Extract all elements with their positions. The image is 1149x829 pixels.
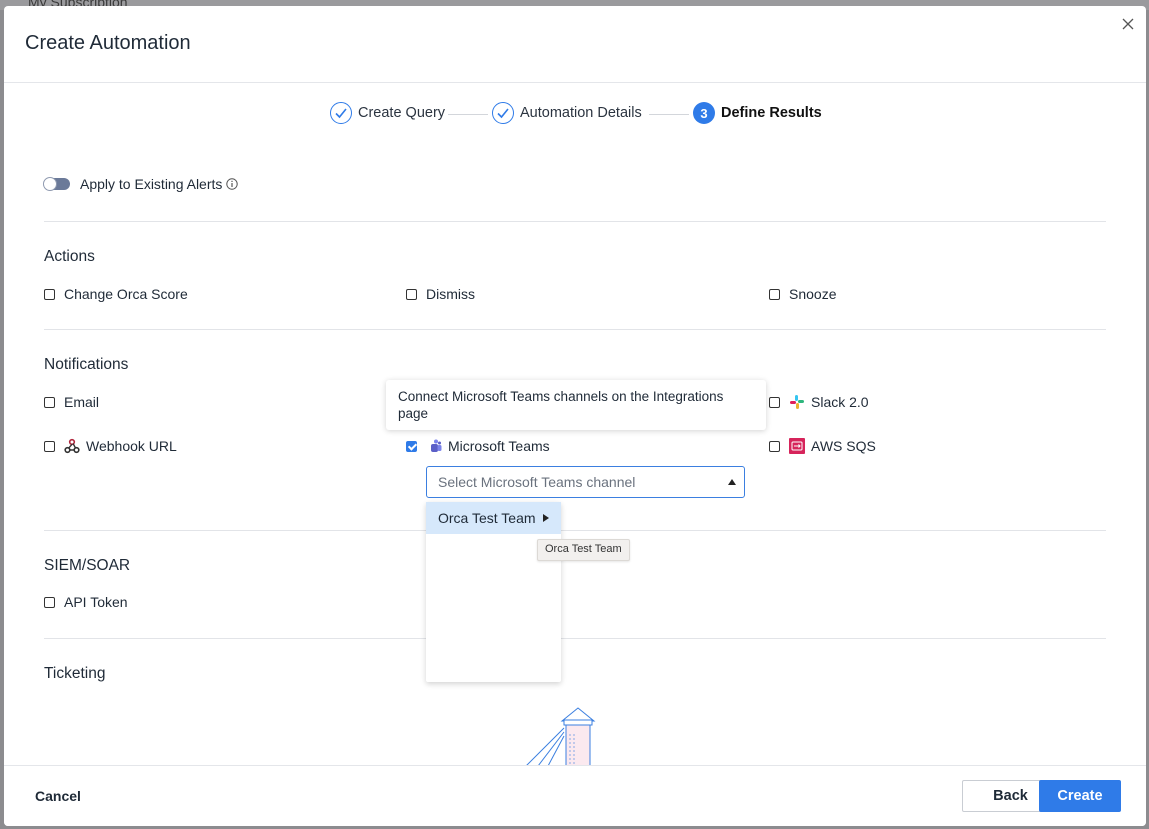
- aws-sqs-icon: [789, 438, 805, 454]
- modal-footer: Cancel Back Create: [4, 765, 1146, 826]
- siem-api-token[interactable]: API Token: [44, 594, 128, 610]
- checkbox-label: Webhook URL: [86, 438, 177, 454]
- step-label: Automation Details: [520, 105, 642, 121]
- notification-webhook[interactable]: Webhook URL: [44, 438, 177, 454]
- checkbox-label: AWS SQS: [811, 438, 876, 454]
- option-label: Orca Test Team: [438, 510, 536, 526]
- ticketing-title: Ticketing: [44, 665, 106, 682]
- checkbox[interactable]: [769, 396, 780, 408]
- action-snooze[interactable]: Snooze: [769, 286, 836, 302]
- apply-existing-alerts-label: Apply to Existing Alerts: [80, 176, 223, 192]
- checkbox[interactable]: [44, 440, 55, 452]
- caret-up-icon[interactable]: [728, 479, 736, 485]
- notifications-title: Notifications: [44, 356, 129, 373]
- notification-slack[interactable]: Slack 2.0: [769, 394, 869, 410]
- action-change-orca-score[interactable]: Change Orca Score: [44, 286, 188, 302]
- step-automation-details[interactable]: Automation Details: [492, 102, 642, 124]
- divider: [44, 221, 1106, 222]
- divider: [44, 329, 1106, 330]
- checkbox[interactable]: [769, 440, 780, 452]
- check-circle-icon: [330, 102, 352, 124]
- notification-aws-sqs[interactable]: AWS SQS: [769, 438, 876, 454]
- option-hover-tooltip: Orca Test Team: [537, 539, 630, 561]
- teams-integration-tooltip: Connect Microsoft Teams channels on the …: [386, 380, 766, 430]
- teams-channel-select[interactable]: Select Microsoft Teams channel: [426, 466, 745, 498]
- checkbox[interactable]: [44, 396, 55, 408]
- checkbox-label: Snooze: [789, 286, 837, 302]
- divider: [44, 530, 1106, 531]
- step-label: Define Results: [721, 105, 822, 121]
- teams-icon: [431, 439, 442, 452]
- step-number: 3: [693, 102, 715, 124]
- checkbox[interactable]: [44, 288, 55, 300]
- step-connector: [448, 114, 488, 115]
- checkbox[interactable]: [406, 288, 417, 300]
- checkbox-label: API Token: [64, 594, 128, 610]
- submenu-arrow-icon: [543, 514, 549, 522]
- create-button[interactable]: Create: [1039, 780, 1121, 812]
- divider: [44, 638, 1106, 639]
- lighthouse-illustration: [525, 707, 596, 766]
- checkbox[interactable]: [44, 596, 55, 608]
- notification-email[interactable]: Email: [44, 394, 99, 410]
- select-placeholder: Select Microsoft Teams channel: [438, 474, 636, 490]
- create-automation-modal: Create Automation Create Query Automatio…: [4, 6, 1146, 826]
- apply-existing-alerts-toggle[interactable]: [43, 177, 70, 191]
- actions-title: Actions: [44, 248, 95, 265]
- checkbox-label: Change Orca Score: [64, 286, 188, 302]
- checkbox-label: Slack 2.0: [811, 394, 869, 410]
- checkbox-label: Dismiss: [426, 286, 475, 302]
- step-label: Create Query: [358, 105, 446, 121]
- action-dismiss[interactable]: Dismiss: [406, 286, 475, 302]
- close-icon[interactable]: [1120, 16, 1136, 32]
- checkbox-checked[interactable]: [406, 440, 417, 452]
- webhook-icon: [64, 438, 80, 454]
- siem-soar-title: SIEM/SOAR: [44, 557, 131, 574]
- step-define-results[interactable]: 3 Define Results: [693, 102, 822, 124]
- modal-header: Create Automation: [4, 6, 1146, 83]
- checkbox-label: Microsoft Teams: [448, 438, 550, 454]
- notification-microsoft-teams[interactable]: Microsoft Teams: [406, 438, 550, 454]
- step-connector: [649, 114, 689, 115]
- cancel-button[interactable]: Cancel: [35, 788, 81, 804]
- slack-icon: [790, 395, 804, 409]
- dropdown-option-orca-test-team[interactable]: Orca Test Team: [426, 502, 561, 534]
- apply-existing-alerts-row: Apply to Existing Alerts: [43, 176, 239, 192]
- step-create-query[interactable]: Create Query: [330, 102, 445, 124]
- checkbox-label: Email: [64, 394, 100, 410]
- checkbox[interactable]: [769, 288, 780, 300]
- info-icon[interactable]: [226, 178, 239, 190]
- wizard-stepper: Create Query Automation Details 3 Define…: [4, 102, 1146, 128]
- teams-channel-dropdown: Orca Test Team: [426, 502, 561, 682]
- check-circle-icon: [492, 102, 514, 124]
- modal-title: Create Automation: [25, 32, 191, 54]
